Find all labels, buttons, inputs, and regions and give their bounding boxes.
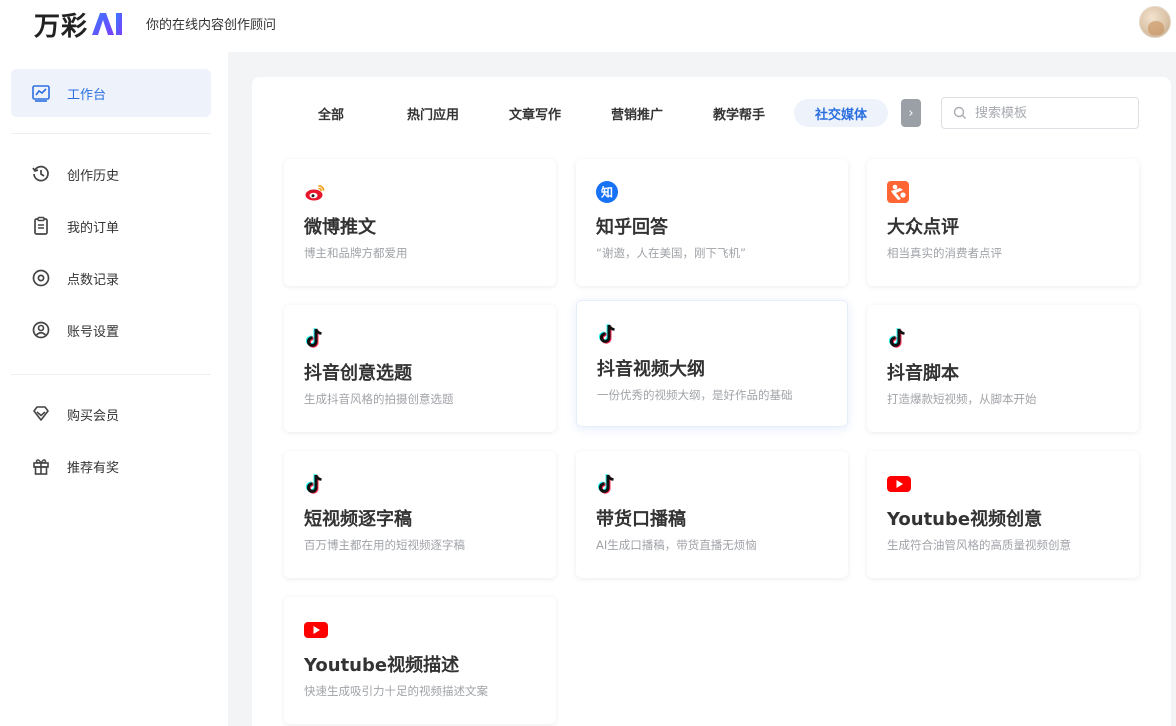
tagline: 你的在线内容创作顾问	[146, 18, 277, 33]
divider	[11, 133, 211, 134]
sidebar-item-label: 我的订单	[67, 220, 120, 236]
template-panel: 全部 热门应用 文章写作 营销推广 教学帮手 社交媒体 › 微博推文 博主和品牌…	[252, 77, 1171, 726]
zhihu-icon: 知	[596, 181, 618, 203]
gift-icon	[30, 455, 52, 477]
card-description: “谢邀，人在美国，刚下飞机”	[596, 246, 746, 260]
sidebar-item-history[interactable]: 创作历史	[11, 150, 211, 198]
sidebar-item-orders[interactable]: 我的订单	[11, 202, 211, 250]
card-title: 带货口播稿	[596, 509, 686, 530]
category-tabs: 全部 热门应用 文章写作 营销推广 教学帮手 社交媒体 ›	[252, 77, 1171, 147]
youtube-icon	[304, 622, 328, 638]
template-card-zhihu[interactable]: 知 知乎回答 “谢邀，人在美国，刚下飞机”	[576, 159, 848, 286]
tiktok-icon	[598, 324, 615, 344]
points-icon	[30, 267, 52, 289]
card-title: Youtube视频创意	[887, 509, 1043, 530]
sidebar-item-label: 创作历史	[67, 168, 120, 184]
card-description: 相当真实的消费者点评	[887, 246, 1002, 260]
tiktok-icon	[597, 474, 614, 494]
template-card-douyin-script[interactable]: 抖音脚本 打造爆款短视频，从脚本开始	[867, 305, 1139, 432]
sidebar-item-referral[interactable]: 推荐有奖	[11, 442, 211, 490]
template-card-short-video-transcript[interactable]: 短视频逐字稿 百万博主都在用的短视频逐字稿	[284, 451, 556, 578]
sidebar-item-label: 账号设置	[67, 324, 120, 340]
sidebar-item-points[interactable]: 点数记录	[11, 254, 211, 302]
card-description: 一份优秀的视频大纲，是好作品的基础	[597, 388, 793, 402]
card-description: 百万博主都在用的短视频逐字稿	[304, 538, 465, 552]
logo[interactable]: 万彩	[34, 6, 124, 42]
tiktok-icon	[305, 328, 322, 348]
template-card-youtube-description[interactable]: Youtube视频描述 快速生成吸引力十足的视频描述文案	[284, 597, 556, 724]
tab-all[interactable]: 全部	[300, 99, 362, 127]
tab-article-writing[interactable]: 文章写作	[498, 99, 572, 127]
top-header: 万彩 你的在线内容创作顾问	[0, 0, 1176, 52]
card-title: 大众点评	[887, 217, 959, 238]
sidebar-item-account[interactable]: 账号设置	[11, 306, 211, 354]
sidebar: 工作台 创作历史 我的订单 点数记录 账号设置 购买会员 推荐有奖	[0, 52, 228, 726]
sidebar-item-workbench[interactable]: 工作台	[11, 69, 211, 117]
search-box[interactable]	[941, 97, 1139, 129]
card-description: AI生成口播稿，带货直播无烦恼	[596, 538, 757, 552]
search-input[interactable]	[975, 105, 1125, 121]
template-card-douyin-outline[interactable]: 抖音视频大纲 一份优秀的视频大纲，是好作品的基础	[576, 300, 848, 427]
user-circle-icon	[30, 319, 52, 341]
tiktok-icon	[305, 474, 322, 494]
logo-text: 万彩	[34, 11, 89, 42]
chart-icon	[30, 82, 52, 104]
sidebar-item-label: 点数记录	[67, 272, 120, 288]
tab-social-media[interactable]: 社交媒体	[794, 99, 888, 127]
card-description: 生成抖音风格的拍摄创意选题	[304, 392, 454, 406]
sidebar-item-label: 工作台	[67, 87, 107, 103]
template-card-douyin-ideas[interactable]: 抖音创意选题 生成抖音风格的拍摄创意选题	[284, 305, 556, 432]
card-title: 短视频逐字稿	[304, 509, 412, 530]
sidebar-item-label: 购买会员	[67, 408, 120, 424]
card-description: 打造爆款短视频，从脚本开始	[887, 392, 1037, 406]
tabs-scroll-right-button[interactable]: ›	[901, 99, 921, 127]
template-card-weibo[interactable]: 微博推文 博主和品牌方都爱用	[284, 159, 556, 286]
divider	[11, 374, 211, 375]
card-description: 快速生成吸引力十足的视频描述文案	[304, 684, 488, 698]
history-icon	[30, 163, 52, 185]
card-description: 生成符合油管风格的高质量视频创意	[887, 538, 1071, 552]
card-title: 抖音脚本	[887, 363, 959, 384]
tiktok-icon	[888, 328, 905, 348]
svg-text:知: 知	[600, 185, 613, 200]
card-title: 抖音创意选题	[304, 363, 412, 384]
diamond-icon	[30, 403, 52, 425]
clipboard-icon	[30, 215, 52, 237]
card-title: 微博推文	[304, 217, 376, 238]
logo-ai-mark	[90, 11, 124, 37]
template-card-livestream-script[interactable]: 带货口播稿 AI生成口播稿，带货直播无烦恼	[576, 451, 848, 578]
sidebar-item-label: 推荐有奖	[67, 460, 120, 476]
dianping-icon	[887, 181, 909, 203]
tab-teaching[interactable]: 教学帮手	[702, 99, 776, 127]
template-card-dianping[interactable]: 大众点评 相当真实的消费者点评	[867, 159, 1139, 286]
tab-marketing[interactable]: 营销推广	[600, 99, 674, 127]
card-title: 抖音视频大纲	[597, 359, 705, 380]
tab-hot-apps[interactable]: 热门应用	[396, 99, 470, 127]
card-description: 博主和品牌方都爱用	[304, 246, 408, 260]
template-card-youtube-ideas[interactable]: Youtube视频创意 生成符合油管风格的高质量视频创意	[867, 451, 1139, 578]
avatar[interactable]	[1139, 6, 1171, 38]
search-icon	[953, 106, 966, 119]
card-title: 知乎回答	[596, 217, 668, 238]
chevron-right-icon: ›	[908, 105, 914, 121]
sidebar-item-membership[interactable]: 购买会员	[11, 390, 211, 438]
youtube-icon	[887, 476, 911, 492]
weibo-icon	[305, 185, 325, 201]
card-title: Youtube视频描述	[304, 655, 460, 676]
